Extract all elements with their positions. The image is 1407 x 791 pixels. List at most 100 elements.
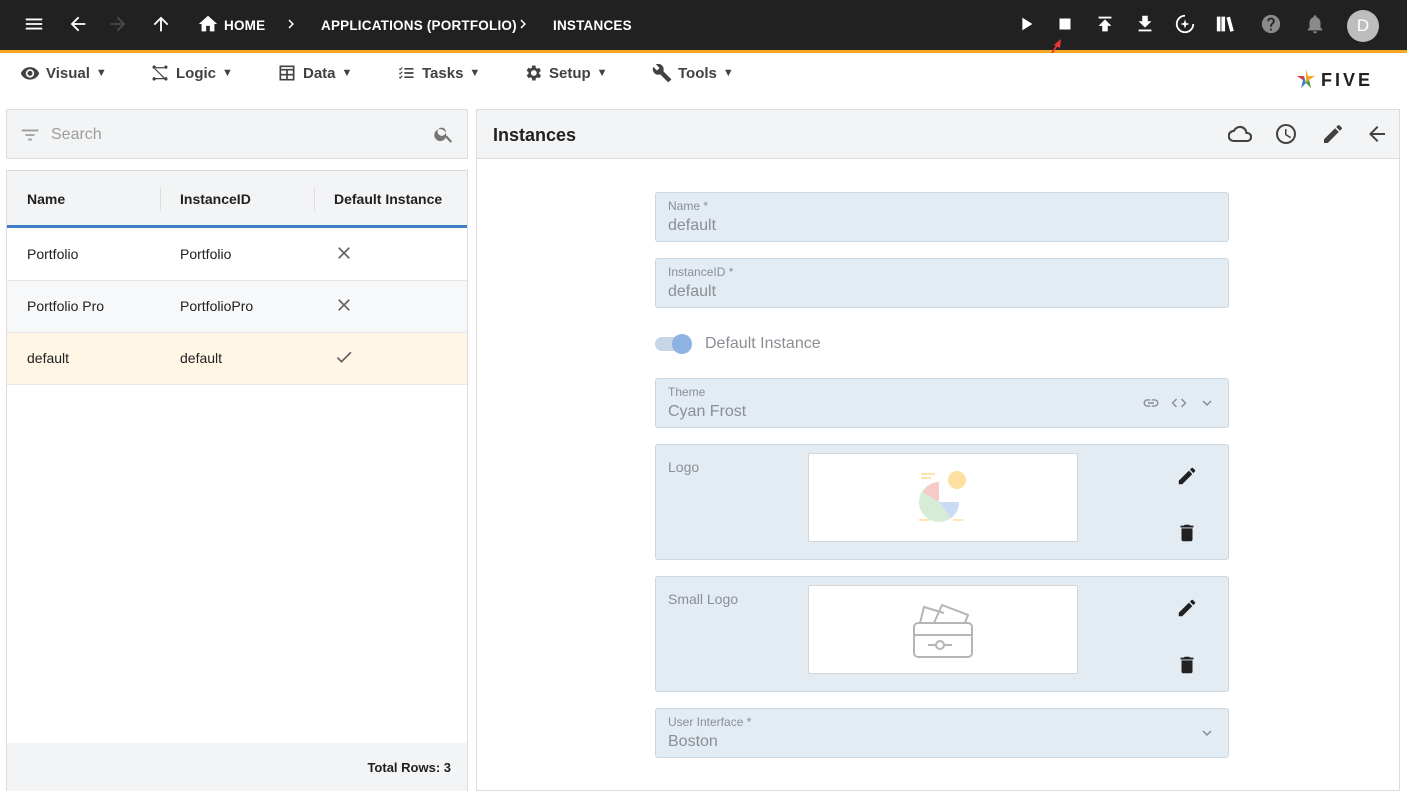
logo-image[interactable] [808, 453, 1078, 542]
toggle-knob [672, 334, 692, 354]
cell-instanceid: Portfolio [180, 246, 232, 262]
edit-small-logo-pencil-icon[interactable] [1176, 597, 1200, 621]
form-header: Instances [477, 110, 1399, 159]
help-icon[interactable] [1259, 12, 1283, 36]
check-icon [334, 347, 356, 369]
search-icon[interactable] [433, 123, 455, 150]
history-clock-icon[interactable] [1274, 122, 1300, 148]
theme-field[interactable]: Theme Cyan Frost [655, 378, 1229, 428]
menu-data[interactable]: Data ▼ [277, 61, 352, 85]
home-icon[interactable] [196, 12, 220, 36]
table-row-selected[interactable]: default default [7, 333, 467, 385]
instanceid-field-value: default [668, 283, 717, 300]
cell-instanceid: default [180, 350, 223, 366]
edit-logo-pencil-icon[interactable] [1176, 465, 1200, 489]
caret-down-icon: ▼ [95, 67, 107, 79]
stop-icon[interactable] [1053, 12, 1077, 36]
caret-down-icon: ▼ [596, 67, 608, 79]
delete-logo-trash-icon[interactable] [1176, 522, 1200, 546]
edit-pencil-icon[interactable] [1321, 122, 1347, 148]
back-arrow-icon[interactable] [1365, 122, 1391, 148]
table-row[interactable]: Portfolio Portfolio [7, 229, 467, 281]
column-divider[interactable] [314, 187, 315, 211]
delete-small-logo-trash-icon[interactable] [1176, 654, 1200, 678]
user-interface-field-value: Boston [668, 733, 718, 750]
table-header: Name InstanceID Default Instance [7, 171, 467, 228]
default-instance-label: Default Instance [705, 335, 821, 352]
caret-down-icon: ▼ [722, 67, 734, 79]
cloud-icon[interactable] [1227, 122, 1254, 148]
search-bar [6, 109, 468, 159]
column-header-default-instance[interactable]: Default Instance [334, 191, 442, 207]
default-instance-toggle[interactable] [655, 334, 692, 354]
column-divider[interactable] [160, 187, 161, 211]
logic-icon [152, 65, 168, 81]
instance-form-panel: Instances Name * default InstanceID * de… [476, 109, 1400, 791]
instanceid-field-label: InstanceID * [668, 265, 734, 279]
wallet-placeholder-icon [913, 603, 973, 658]
download-icon[interactable] [1133, 12, 1157, 36]
instanceid-field[interactable]: InstanceID * default [655, 258, 1229, 308]
menu-logic[interactable]: Logic ▼ [150, 61, 233, 85]
eye-icon [20, 67, 40, 80]
forward-arrow-icon[interactable] [106, 12, 130, 36]
logo-field: Logo [655, 444, 1229, 560]
menu-tasks-label: Tasks [422, 64, 464, 82]
menu-tools[interactable]: Tools ▼ [652, 61, 734, 85]
user-interface-field[interactable]: User Interface * Boston [655, 708, 1229, 758]
up-arrow-icon[interactable] [149, 12, 173, 36]
menu-visual[interactable]: Visual ▼ [20, 61, 107, 85]
caret-down-icon: ▼ [222, 67, 233, 79]
menu-tools-label: Tools [678, 64, 717, 82]
gear-icon [526, 65, 541, 81]
form-title: Instances [493, 125, 577, 145]
chevron-down-icon[interactable] [1198, 394, 1216, 412]
avatar[interactable]: D [1347, 10, 1379, 42]
deploy-icon[interactable] [1173, 12, 1197, 36]
name-field[interactable]: Name * default [655, 192, 1229, 242]
instance-list-panel: Name InstanceID Default Instance Portfol… [6, 109, 468, 791]
menu-setup-label: Setup [549, 64, 591, 82]
name-field-label: Name * [668, 199, 709, 213]
upload-icon[interactable] [1093, 12, 1117, 36]
menu-icon[interactable] [22, 12, 46, 36]
cell-instanceid: PortfolioPro [180, 298, 254, 314]
column-header-instanceid[interactable]: InstanceID [180, 191, 251, 207]
menu-setup[interactable]: Setup ▼ [523, 61, 608, 85]
cross-icon [334, 243, 356, 265]
chevron-right-icon [514, 15, 532, 35]
theme-field-label: Theme [668, 385, 706, 399]
bell-icon[interactable] [1303, 12, 1327, 36]
default-instance-row: Default Instance [655, 332, 821, 356]
cell-name: Portfolio [27, 246, 79, 262]
table-row[interactable]: Portfolio Pro PortfolioPro [7, 281, 467, 333]
chevron-down-icon[interactable] [1198, 724, 1216, 742]
breadcrumb-home[interactable]: HOME [224, 18, 265, 33]
small-logo-image[interactable] [808, 585, 1078, 674]
filter-icon[interactable] [19, 124, 41, 151]
cell-name: default [27, 350, 70, 366]
back-arrow-icon[interactable] [66, 12, 90, 36]
theme-field-actions [1142, 394, 1216, 412]
code-icon[interactable] [1170, 394, 1188, 412]
theme-field-value: Cyan Frost [668, 403, 747, 420]
cross-icon [334, 295, 356, 317]
small-logo-field: Small Logo [655, 576, 1229, 692]
column-header-name[interactable]: Name [27, 191, 65, 207]
user-interface-field-label: User Interface * [668, 715, 752, 729]
breadcrumb-instances[interactable]: INSTANCES [553, 18, 632, 33]
five-brand-text: FIVE [1321, 69, 1374, 90]
play-icon[interactable] [1014, 12, 1038, 36]
instances-table: Name InstanceID Default Instance Portfol… [6, 170, 468, 791]
name-field-value: default [668, 217, 717, 234]
logo-field-label: Logo [668, 459, 700, 475]
tools-icon [652, 63, 672, 83]
library-icon[interactable] [1214, 12, 1238, 36]
link-icon[interactable] [1142, 394, 1160, 412]
total-rows-count: Total Rows: 3 [367, 760, 451, 775]
breadcrumb-applications[interactable]: APPLICATIONS (PORTFOLIO) [321, 18, 517, 33]
table-footer: Total Rows: 3 [7, 743, 467, 791]
user-interface-field-actions [1198, 724, 1216, 742]
search-input[interactable] [51, 123, 411, 147]
menu-tasks[interactable]: Tasks ▼ [396, 61, 480, 85]
